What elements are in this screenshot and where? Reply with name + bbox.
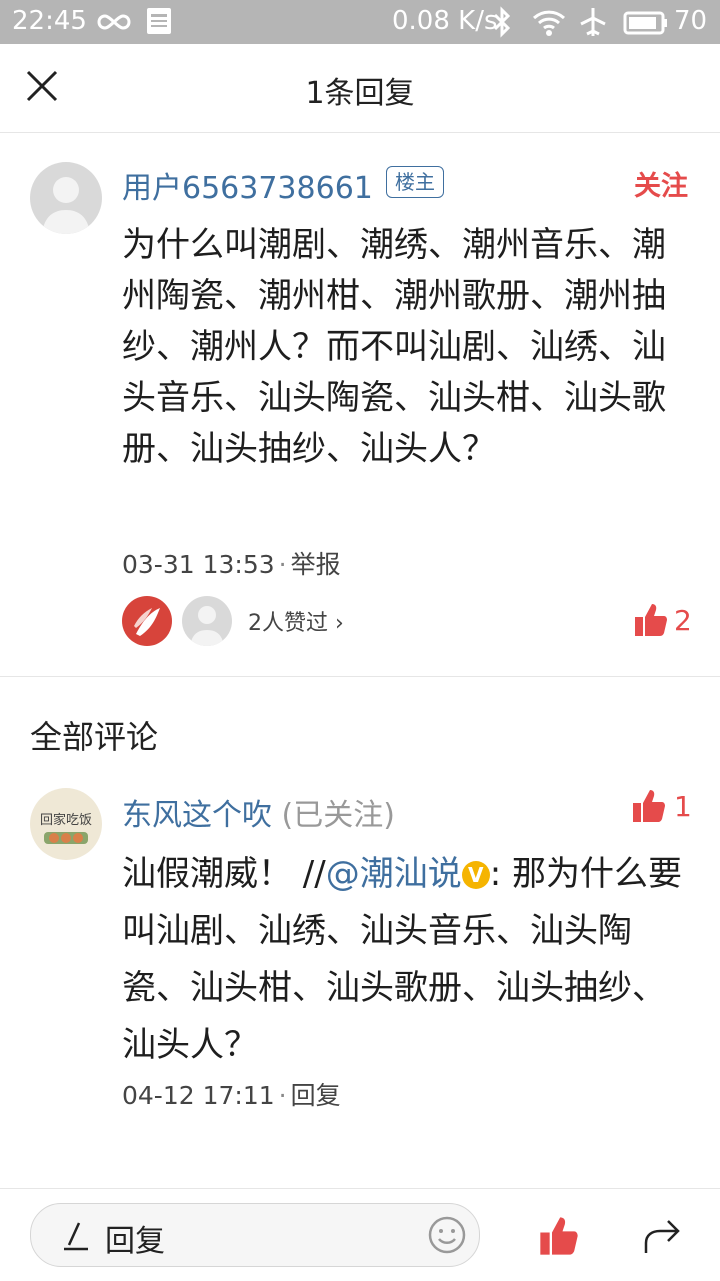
pen-icon <box>61 1219 91 1255</box>
comment-text: 汕假潮威！ //@潮汕说 V: 那为什么要叫汕剧、汕绣、汕头音乐、汕头陶瓷、汕头柑… <box>122 846 692 1074</box>
comments-section-title: 全部评论 <box>30 718 159 756</box>
comment-meta: 04-12 17:11 · 回复 <box>122 1076 341 1112</box>
news-icon <box>146 4 172 45</box>
liker-avatar[interactable] <box>122 596 172 646</box>
comment-author-avatar[interactable]: 回家吃饭 <box>30 788 102 860</box>
meta-separator: · <box>278 1081 287 1110</box>
comment-text-prefix: 汕假潮威！ // <box>122 854 326 894</box>
page-title: 1条回复 <box>305 76 415 111</box>
comment-like-count: 1 <box>674 790 692 823</box>
share-icon[interactable] <box>642 1215 682 1259</box>
avatar-caption: 回家吃饭 <box>40 812 92 828</box>
infinity-icon <box>96 4 132 47</box>
post-author-name[interactable]: 用户6563738661 <box>122 163 373 207</box>
comment-author-name[interactable]: 东风这个吹 <box>122 798 272 833</box>
followed-label: (已关注) <box>281 798 395 833</box>
battery-level: 70 <box>674 6 708 36</box>
post-text: 为什么叫潮剧、潮绣、潮州音乐、潮州陶瓷、潮州柑、潮州歌册、潮州抽纱、潮州人？而不… <box>122 225 666 469</box>
bottom-bar: 回复 <box>0 1188 720 1281</box>
likers-link[interactable]: 2人赞过 › <box>248 605 344 637</box>
reply-placeholder[interactable]: 回复 <box>105 1216 165 1260</box>
page-header: 1条回复 <box>0 44 720 133</box>
mention-link[interactable]: @潮汕说 <box>326 854 462 894</box>
comment-reply-link[interactable]: 回复 <box>291 1081 341 1110</box>
wifi-icon <box>532 4 566 47</box>
post-time: 03-31 13:53 <box>122 550 275 579</box>
emoji-icon[interactable] <box>427 1215 467 1259</box>
op-badge: 楼主 <box>386 166 444 198</box>
bottom-like-button[interactable] <box>538 1215 580 1261</box>
follow-button[interactable]: 关注 <box>634 164 688 203</box>
network-speed: 0.08 K/s <box>392 6 498 36</box>
bluetooth-icon <box>490 4 514 47</box>
status-time: 22:45 <box>12 6 87 36</box>
section-divider <box>0 676 720 677</box>
post-author-avatar[interactable] <box>30 162 102 234</box>
post-like-button[interactable]: 2 <box>634 602 692 642</box>
post-like-count: 2 <box>674 604 692 637</box>
comment-like-button[interactable]: 1 <box>632 788 692 828</box>
battery-icon <box>622 4 668 47</box>
verified-icon: V <box>461 861 490 889</box>
status-bar: 22:45 0.08 K/s 70 <box>0 0 720 44</box>
post-meta: 03-31 13:53 · 举报 <box>122 545 341 581</box>
thumbs-up-icon[interactable] <box>632 790 666 828</box>
reply-input[interactable]: 回复 <box>30 1203 480 1267</box>
report-link[interactable]: 举报 <box>291 550 341 579</box>
thumbs-up-icon[interactable] <box>634 604 668 642</box>
airplane-icon <box>578 4 608 47</box>
liker-avatar[interactable] <box>182 596 232 646</box>
meta-separator: · <box>278 550 287 579</box>
comment-time: 04-12 17:11 <box>122 1081 275 1110</box>
comment-author[interactable]: 东风这个吹 (已关注) <box>122 790 395 834</box>
